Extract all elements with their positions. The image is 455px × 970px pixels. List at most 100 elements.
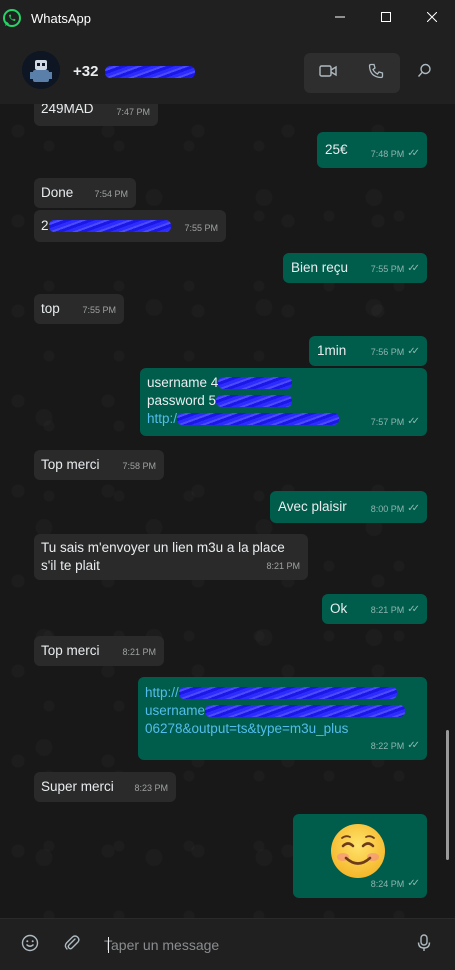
timestamp: 7:57 PM [370, 417, 405, 427]
message-link[interactable]: http:// [145, 684, 397, 702]
timestamp: 7:56 PM [370, 347, 405, 357]
message-incoming[interactable]: 249MAD 7:47 PM [34, 104, 158, 126]
maximize-button[interactable] [363, 0, 409, 36]
message-outgoing[interactable]: 1min 7:56 PM ✓✓ [309, 336, 427, 366]
close-button[interactable] [409, 0, 455, 36]
message-line: password 5 [147, 392, 293, 410]
message-incoming[interactable]: Super merci 8:23 PM [34, 772, 176, 802]
message-incoming[interactable]: top 7:55 PM [34, 294, 124, 324]
read-receipt-icon: ✓✓ [407, 416, 420, 427]
message-time: 8:00 PM ✓✓ [370, 500, 420, 518]
video-call-icon [319, 64, 337, 83]
attach-button[interactable] [62, 934, 82, 957]
whatsapp-icon [2, 8, 22, 28]
timestamp: 7:55 PM [370, 264, 405, 274]
message-line: username 4 [147, 374, 293, 392]
call-buttons-group [304, 53, 400, 93]
message-time: 7:55 PM [184, 219, 218, 237]
message-outgoing[interactable]: 8:24 PM ✓✓ [293, 814, 427, 898]
minimize-button[interactable] [317, 0, 363, 36]
timestamp: 8:22 PM [370, 741, 405, 751]
timestamp: 8:21 PM [266, 561, 300, 571]
emoji-icon [21, 934, 39, 957]
voice-message-button[interactable] [414, 933, 434, 957]
video-call-button[interactable] [304, 53, 352, 93]
message-incoming[interactable]: Tu sais m'envoyer un lien m3u a la place… [34, 534, 308, 580]
timestamp: 8:21 PM [370, 605, 405, 615]
message-text: Bien reçu [291, 260, 349, 275]
avatar[interactable] [22, 51, 60, 89]
message-time: 7:48 PM ✓✓ [371, 145, 420, 163]
message-incoming[interactable]: Top merci 7:58 PM [34, 450, 164, 480]
message-text: username 4 [147, 375, 219, 390]
search-icon [417, 63, 432, 83]
timestamp: 8:00 PM [370, 504, 405, 514]
timestamp: 7:47 PM [116, 107, 150, 117]
message-time: 7:54 PM [94, 185, 128, 203]
read-receipt-icon: ✓✓ [407, 503, 420, 514]
message-time: 7:47 PM [116, 104, 150, 121]
message-text: 2 [41, 217, 171, 235]
message-time: 7:57 PM ✓✓ [370, 413, 420, 431]
timestamp: 8:23 PM [134, 783, 168, 793]
close-icon [426, 9, 438, 27]
message-text: http:/ [147, 411, 178, 426]
voice-call-button[interactable] [352, 53, 400, 93]
text-caret [108, 937, 109, 953]
message-text: Super merci [41, 779, 114, 794]
message-text: 249MAD [41, 104, 94, 116]
redaction-scribble [177, 413, 340, 426]
redaction-scribble [104, 66, 195, 79]
maximize-icon [381, 9, 391, 27]
message-text: Top merci [41, 457, 100, 472]
message-outgoing[interactable]: http:// username 06278&output=ts&type=m3… [138, 677, 427, 760]
timestamp: 7:55 PM [184, 223, 218, 233]
message-text: s'il te plait [41, 558, 100, 573]
emoji-button[interactable] [20, 934, 40, 957]
message-text: 25€ [325, 142, 348, 157]
message-time: 7:55 PM [82, 301, 116, 319]
message-time: 8:24 PM ✓✓ [370, 875, 420, 893]
microphone-icon [416, 933, 432, 957]
message-text: Top merci [41, 643, 100, 658]
search-button[interactable] [408, 53, 440, 93]
message-time: 7:58 PM [122, 457, 156, 475]
contact-name[interactable]: +32 [73, 63, 195, 80]
message-outgoing[interactable]: Ok 8:21 PM ✓✓ [322, 594, 427, 624]
paperclip-icon [63, 934, 81, 957]
message-outgoing[interactable]: 25€ 7:48 PM ✓✓ [317, 132, 427, 168]
message-link[interactable]: 06278&output=ts&type=m3u_plus [145, 720, 348, 738]
message-text: http:// [145, 685, 179, 700]
message-incoming[interactable]: Done 7:54 PM [34, 178, 136, 208]
message-text: top [41, 301, 60, 316]
read-receipt-icon: ✓✓ [407, 346, 420, 357]
message-time: 8:22 PM ✓✓ [370, 737, 420, 755]
message-link[interactable]: http:/ [147, 410, 340, 428]
message-outgoing[interactable]: Avec plaisir 8:00 PM ✓✓ [270, 491, 427, 523]
message-outgoing[interactable]: Bien reçu 7:55 PM ✓✓ [283, 253, 427, 283]
read-receipt-icon: ✓✓ [407, 740, 420, 751]
title-bar: WhatsApp [0, 0, 455, 36]
message-text-visible: 2 [41, 218, 49, 233]
message-input[interactable] [104, 933, 394, 957]
window-title: WhatsApp [31, 10, 91, 26]
message-text: 1min [317, 343, 347, 358]
message-incoming[interactable]: 2 7:55 PM [34, 210, 226, 242]
redaction-scribble [216, 395, 293, 408]
message-text: Ok [330, 601, 348, 616]
read-receipt-icon: ✓✓ [407, 604, 420, 615]
chat-area[interactable]: 249MAD 7:47 PM 25€ 7:48 PM ✓✓ Done 7:54 P… [0, 104, 455, 918]
message-composer [0, 918, 455, 970]
read-receipt-icon: ✓✓ [407, 878, 420, 889]
message-incoming[interactable]: Top merci 8:21 PM [34, 636, 164, 666]
read-receipt-icon: ✓✓ [407, 148, 420, 159]
minimize-icon [335, 9, 345, 27]
redaction-scribble [205, 705, 406, 718]
message-time: 8:21 PM ✓✓ [370, 601, 420, 619]
timestamp: 8:24 PM [370, 879, 405, 889]
message-outgoing[interactable]: username 4 password 5 http:/ 7:57 PM ✓✓ [140, 368, 427, 436]
message-link[interactable]: username [145, 702, 406, 720]
scrollbar[interactable] [446, 730, 449, 860]
redaction-scribble [178, 687, 397, 700]
message-time: 8:21 PM [266, 557, 300, 575]
